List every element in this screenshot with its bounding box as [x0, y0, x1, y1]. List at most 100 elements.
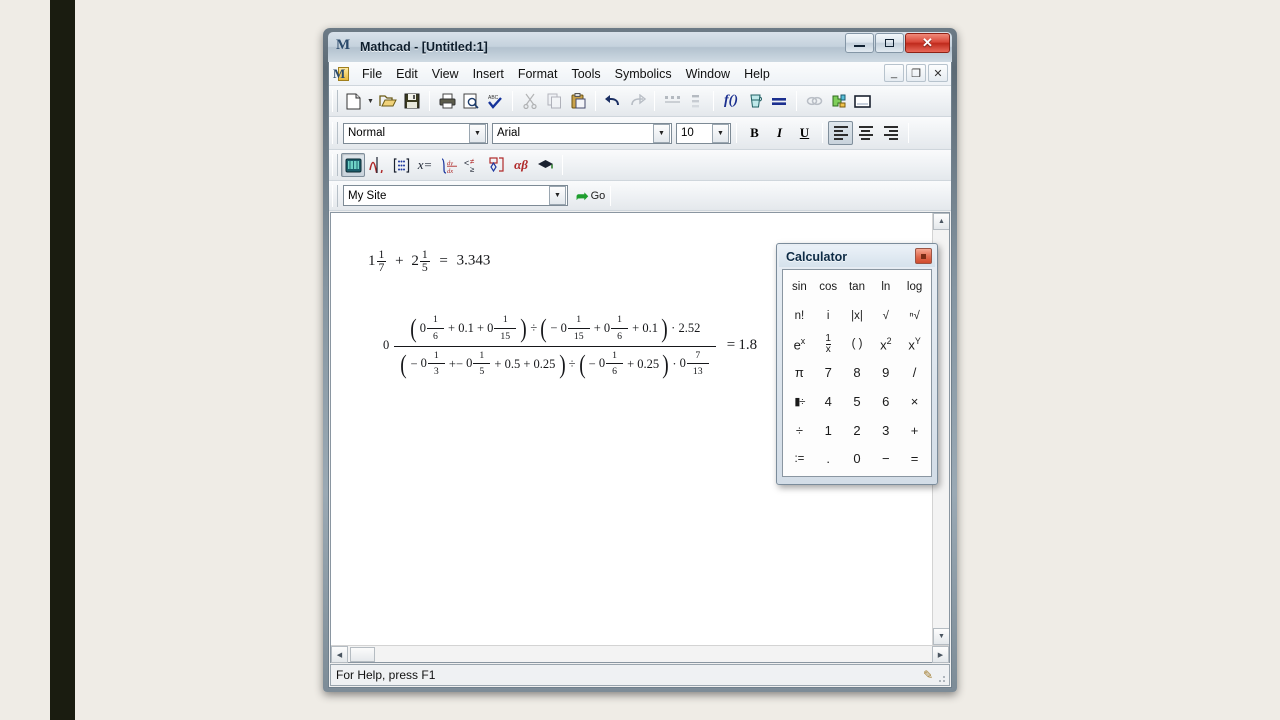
- style-combobox[interactable]: Normal ▼: [343, 122, 488, 144]
- underline-button[interactable]: U: [792, 121, 817, 145]
- key-ln[interactable]: ln: [871, 273, 900, 302]
- toolbar-grip[interactable]: [332, 90, 338, 112]
- toolbar-grip[interactable]: [332, 122, 338, 144]
- scroll-up-button[interactable]: ▲: [933, 213, 949, 230]
- key-mixed-number[interactable]: ▮÷: [785, 387, 814, 416]
- paste-icon[interactable]: [566, 89, 590, 113]
- toolbar-grip[interactable]: [332, 184, 338, 207]
- calculator-titlebar[interactable]: Calculator: [779, 246, 935, 267]
- key-decimal-point[interactable]: .: [814, 444, 843, 473]
- menu-item-help[interactable]: Help: [737, 65, 777, 83]
- evaluation-toolbar-icon[interactable]: x=: [413, 153, 437, 177]
- align-across-icon[interactable]: [660, 89, 684, 113]
- chevron-down-icon[interactable]: ▼: [653, 123, 670, 143]
- key-cos[interactable]: cos: [814, 273, 843, 302]
- greek-toolbar-icon[interactable]: αβ: [509, 153, 533, 177]
- close-icon[interactable]: [915, 248, 932, 264]
- print-preview-icon[interactable]: [459, 89, 483, 113]
- programming-toolbar-icon[interactable]: [485, 153, 509, 177]
- italic-button[interactable]: I: [767, 121, 792, 145]
- align-center-icon[interactable]: [853, 121, 878, 145]
- align-down-icon[interactable]: [684, 89, 708, 113]
- symbolic-toolbar-icon[interactable]: [533, 153, 557, 177]
- undo-icon[interactable]: [601, 89, 625, 113]
- font-combobox[interactable]: Arial ▼: [492, 122, 672, 144]
- key-3[interactable]: 3: [871, 416, 900, 445]
- mdi-restore-button[interactable]: ❐: [906, 64, 926, 82]
- chevron-down-icon[interactable]: ▼: [712, 123, 729, 143]
- mdi-minimize-button[interactable]: _: [884, 64, 904, 82]
- matrix-toolbar-icon[interactable]: [389, 153, 413, 177]
- key-exponential[interactable]: ex: [785, 330, 814, 359]
- toolbar-grip[interactable]: [332, 154, 338, 176]
- key-multiply[interactable]: ×: [900, 387, 929, 416]
- calculate-icon[interactable]: [767, 89, 791, 113]
- key-4[interactable]: 4: [814, 387, 843, 416]
- horizontal-scroll-thumb[interactable]: [350, 647, 375, 662]
- site-combobox[interactable]: My Site ▼: [343, 185, 568, 206]
- print-icon[interactable]: [435, 89, 459, 113]
- key-reciprocal[interactable]: 1x: [814, 330, 843, 359]
- menu-item-format[interactable]: Format: [511, 65, 565, 83]
- key-log[interactable]: log: [900, 273, 929, 302]
- math-region-expression-2[interactable]: 0 ( 0 16 + 0.1 + 0 1 15) ÷ (− 0 1 15 +…: [383, 313, 757, 379]
- open-icon[interactable]: [376, 89, 400, 113]
- key-power[interactable]: xY: [900, 330, 929, 359]
- menu-item-view[interactable]: View: [425, 65, 466, 83]
- resize-grip-icon[interactable]: [935, 672, 947, 684]
- insert-unit-icon[interactable]: [743, 89, 767, 113]
- key-8[interactable]: 8: [843, 359, 872, 388]
- key-define[interactable]: :=: [785, 444, 814, 473]
- key-tan[interactable]: tan: [843, 273, 872, 302]
- key-2[interactable]: 2: [843, 416, 872, 445]
- key-factorial[interactable]: n!: [785, 302, 814, 331]
- menu-item-file[interactable]: File: [355, 65, 389, 83]
- mdi-close-button[interactable]: ✕: [928, 64, 948, 82]
- insert-hyperlink-icon[interactable]: [802, 89, 826, 113]
- calculator-toolbar-icon[interactable]: [341, 153, 365, 177]
- maximize-button[interactable]: [875, 33, 904, 53]
- new-icon[interactable]: [341, 89, 365, 113]
- go-button[interactable]: ➦ Go: [576, 187, 605, 205]
- align-left-icon[interactable]: [828, 121, 853, 145]
- insert-function-icon[interactable]: f(): [719, 89, 743, 113]
- key-sin[interactable]: sin: [785, 273, 814, 302]
- insert-component-icon[interactable]: [826, 89, 850, 113]
- close-button[interactable]: ✕: [905, 33, 950, 53]
- chevron-down-icon[interactable]: ▼: [549, 186, 566, 205]
- key-nth-root[interactable]: ⁿ√: [900, 302, 929, 331]
- key-6[interactable]: 6: [871, 387, 900, 416]
- align-right-icon[interactable]: [878, 121, 903, 145]
- key-5[interactable]: 5: [843, 387, 872, 416]
- font-size-combobox[interactable]: 10 ▼: [676, 122, 731, 144]
- chevron-down-icon[interactable]: ▼: [365, 89, 376, 113]
- menu-item-edit[interactable]: Edit: [389, 65, 425, 83]
- copy-icon[interactable]: [542, 89, 566, 113]
- key-absolute-value[interactable]: |x|: [843, 302, 872, 331]
- key-9[interactable]: 9: [871, 359, 900, 388]
- menu-item-insert[interactable]: Insert: [466, 65, 511, 83]
- scroll-right-button[interactable]: ▶: [932, 646, 949, 663]
- key-divide-slash[interactable]: /: [900, 359, 929, 388]
- bold-button[interactable]: B: [742, 121, 767, 145]
- key-minus[interactable]: −: [871, 444, 900, 473]
- redo-icon[interactable]: [625, 89, 649, 113]
- save-icon[interactable]: [400, 89, 424, 113]
- scroll-left-button[interactable]: ◀: [331, 646, 348, 663]
- key-divide[interactable]: ÷: [785, 416, 814, 445]
- mathcad-document-icon[interactable]: M: [333, 66, 350, 82]
- key-imaginary[interactable]: i: [814, 302, 843, 331]
- scroll-down-button[interactable]: ▼: [933, 628, 949, 645]
- window-titlebar[interactable]: M Mathcad - [Untitled:1] ✕: [328, 32, 952, 62]
- horizontal-scrollbar[interactable]: ◀ ▶: [331, 645, 949, 663]
- chevron-down-icon[interactable]: ▼: [469, 123, 486, 143]
- key-1[interactable]: 1: [814, 416, 843, 445]
- menu-item-symbolics[interactable]: Symbolics: [608, 65, 679, 83]
- graph-toolbar-icon[interactable]: [365, 153, 389, 177]
- key-square-root[interactable]: √: [871, 302, 900, 331]
- menu-item-window[interactable]: Window: [679, 65, 737, 83]
- key-7[interactable]: 7: [814, 359, 843, 388]
- key-0[interactable]: 0: [843, 444, 872, 473]
- key-square[interactable]: x2: [871, 330, 900, 359]
- calculus-toolbar-icon[interactable]: dy dx: [437, 153, 461, 177]
